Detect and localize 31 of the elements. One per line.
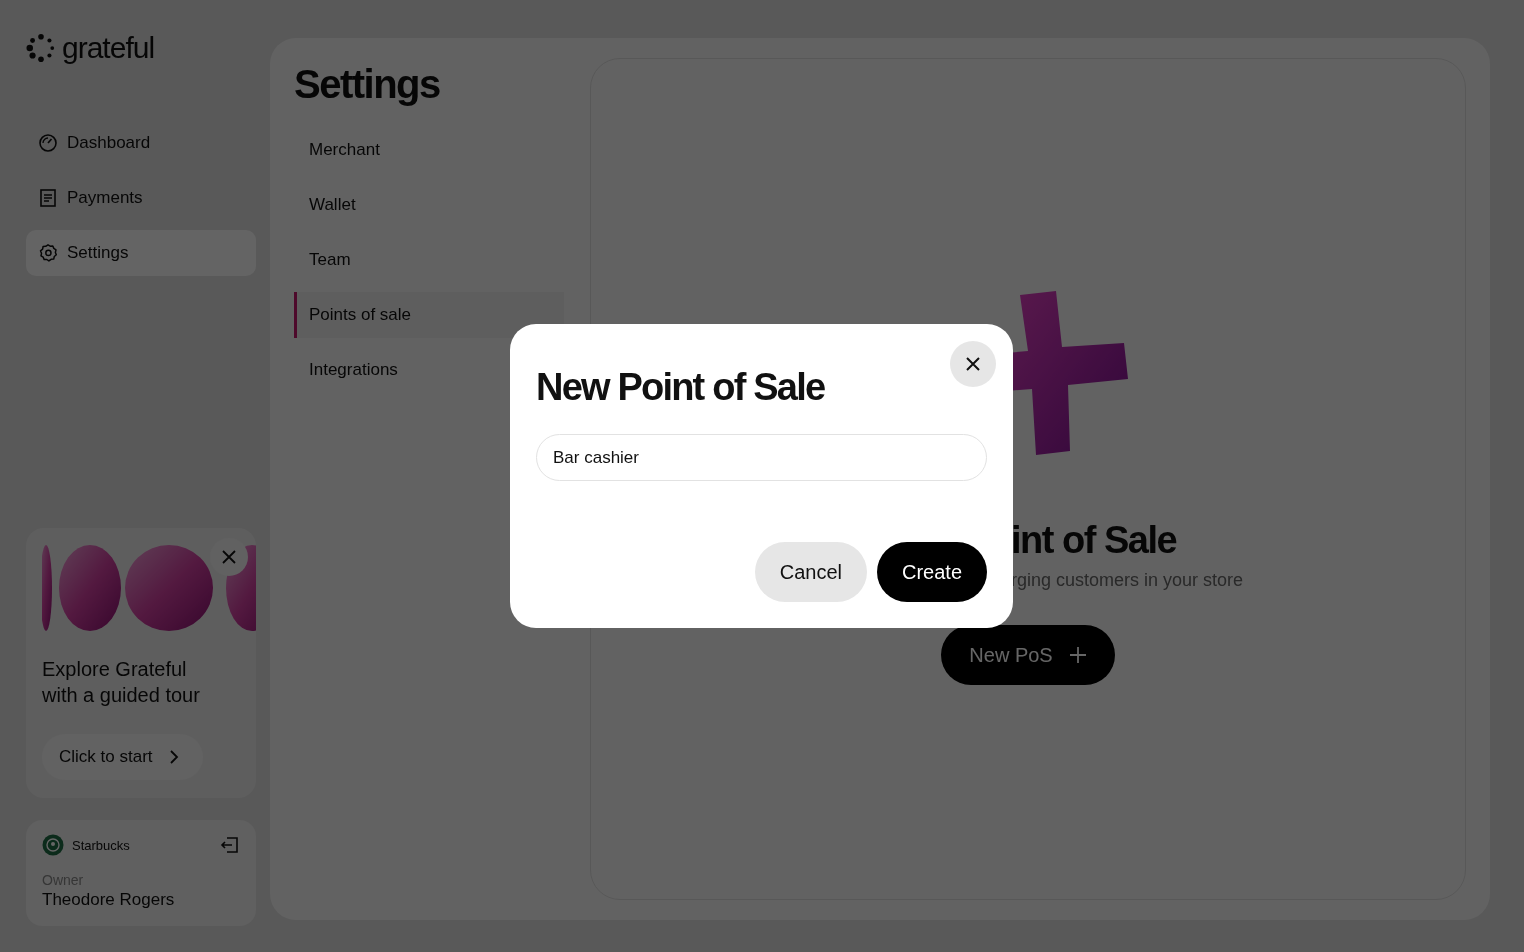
settings-menu-item[interactable]: Wallet [294, 182, 564, 228]
new-pos-button[interactable]: New PoS [941, 625, 1115, 685]
chevron-right-icon [168, 750, 179, 764]
empty-state-title: int of Sale [1011, 519, 1178, 562]
page-title: Settings [294, 61, 441, 108]
sidebar-item[interactable]: Payments [26, 175, 256, 221]
dialog-title: New Point of Sale [536, 365, 826, 410]
gauge-icon [38, 133, 58, 153]
close-icon [222, 550, 236, 564]
logo-icon [26, 33, 56, 63]
brand-name: grateful [62, 31, 155, 65]
settings-menu-item[interactable]: Merchant [294, 127, 564, 173]
settings-icon [38, 243, 58, 263]
empty-state-subtitle: rging customers in your store [1011, 570, 1244, 591]
plus-icon [1068, 646, 1087, 664]
close-icon [966, 357, 980, 371]
settings-menu-item[interactable]: Team [294, 237, 564, 283]
cancel-button[interactable]: Cancel [754, 542, 867, 602]
merchant-name: Starbucks [72, 837, 131, 853]
logout-icon[interactable] [220, 835, 240, 855]
sidebar-item[interactable]: Dashboard [26, 120, 256, 166]
merchant-logo-icon [42, 834, 64, 856]
start-tour-button[interactable]: Click to start [42, 734, 203, 780]
create-button[interactable]: Create [876, 542, 987, 602]
sidebar-item[interactable]: Settings [26, 230, 256, 276]
close-button[interactable] [950, 341, 996, 387]
settings-menu-item[interactable]: Points of sale [294, 292, 564, 338]
name-input-field[interactable]: Bar cashier [536, 434, 987, 481]
document-icon [38, 188, 58, 208]
user-name: Theodore Rogers [42, 890, 176, 910]
tour-title: Explore Grateful with a guided tour [42, 657, 201, 708]
